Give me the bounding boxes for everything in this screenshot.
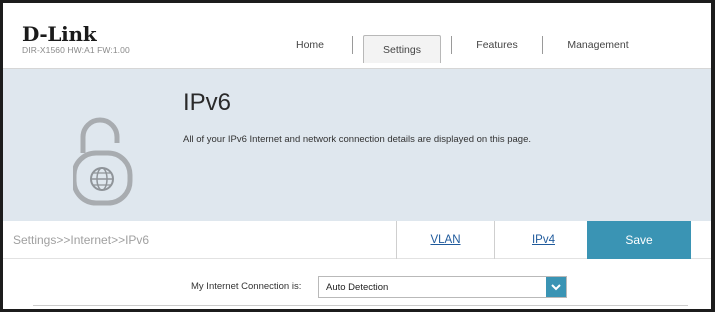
padlock-globe-icon (71, 113, 153, 213)
sub-toolbar: Settings>>Internet>>IPv6 VLAN IPv4 Save (3, 221, 711, 259)
chevron-down-icon[interactable] (546, 277, 566, 297)
breadcrumb: Settings>>Internet>>IPv6 (13, 233, 150, 247)
top-header: D-Link DIR-X1560 HW:A1 FW:1.00 Home Sett… (3, 3, 711, 69)
router-admin-window: D-Link DIR-X1560 HW:A1 FW:1.00 Home Sett… (0, 0, 715, 312)
ipv4-link[interactable]: IPv4 (494, 221, 592, 259)
save-button[interactable]: Save (587, 221, 691, 259)
dlink-logo[interactable]: D-Link (22, 22, 97, 46)
connection-type-value: Auto Detection (326, 282, 389, 293)
nav-features[interactable]: Features (452, 31, 542, 59)
connection-type-label: My Internet Connection is: (191, 281, 302, 292)
nav-management[interactable]: Management (543, 31, 653, 59)
page-title: IPv6 (183, 89, 232, 116)
connection-type-row: My Internet Connection is: Auto Detectio… (3, 275, 711, 299)
page-description: All of your IPv6 Internet and network co… (183, 134, 532, 145)
connection-type-select[interactable]: Auto Detection (318, 276, 567, 298)
vlan-link[interactable]: VLAN (396, 221, 494, 259)
nav-separator (352, 36, 353, 54)
nav-settings[interactable]: Settings (363, 35, 441, 63)
main-nav: Home Settings Features Management (268, 31, 653, 63)
page-banner: IPv6 All of your IPv6 Internet and netwo… (3, 69, 711, 221)
model-info: DIR-X1560 HW:A1 FW:1.00 (22, 45, 130, 55)
nav-home[interactable]: Home (268, 31, 352, 59)
section-divider (33, 305, 688, 306)
